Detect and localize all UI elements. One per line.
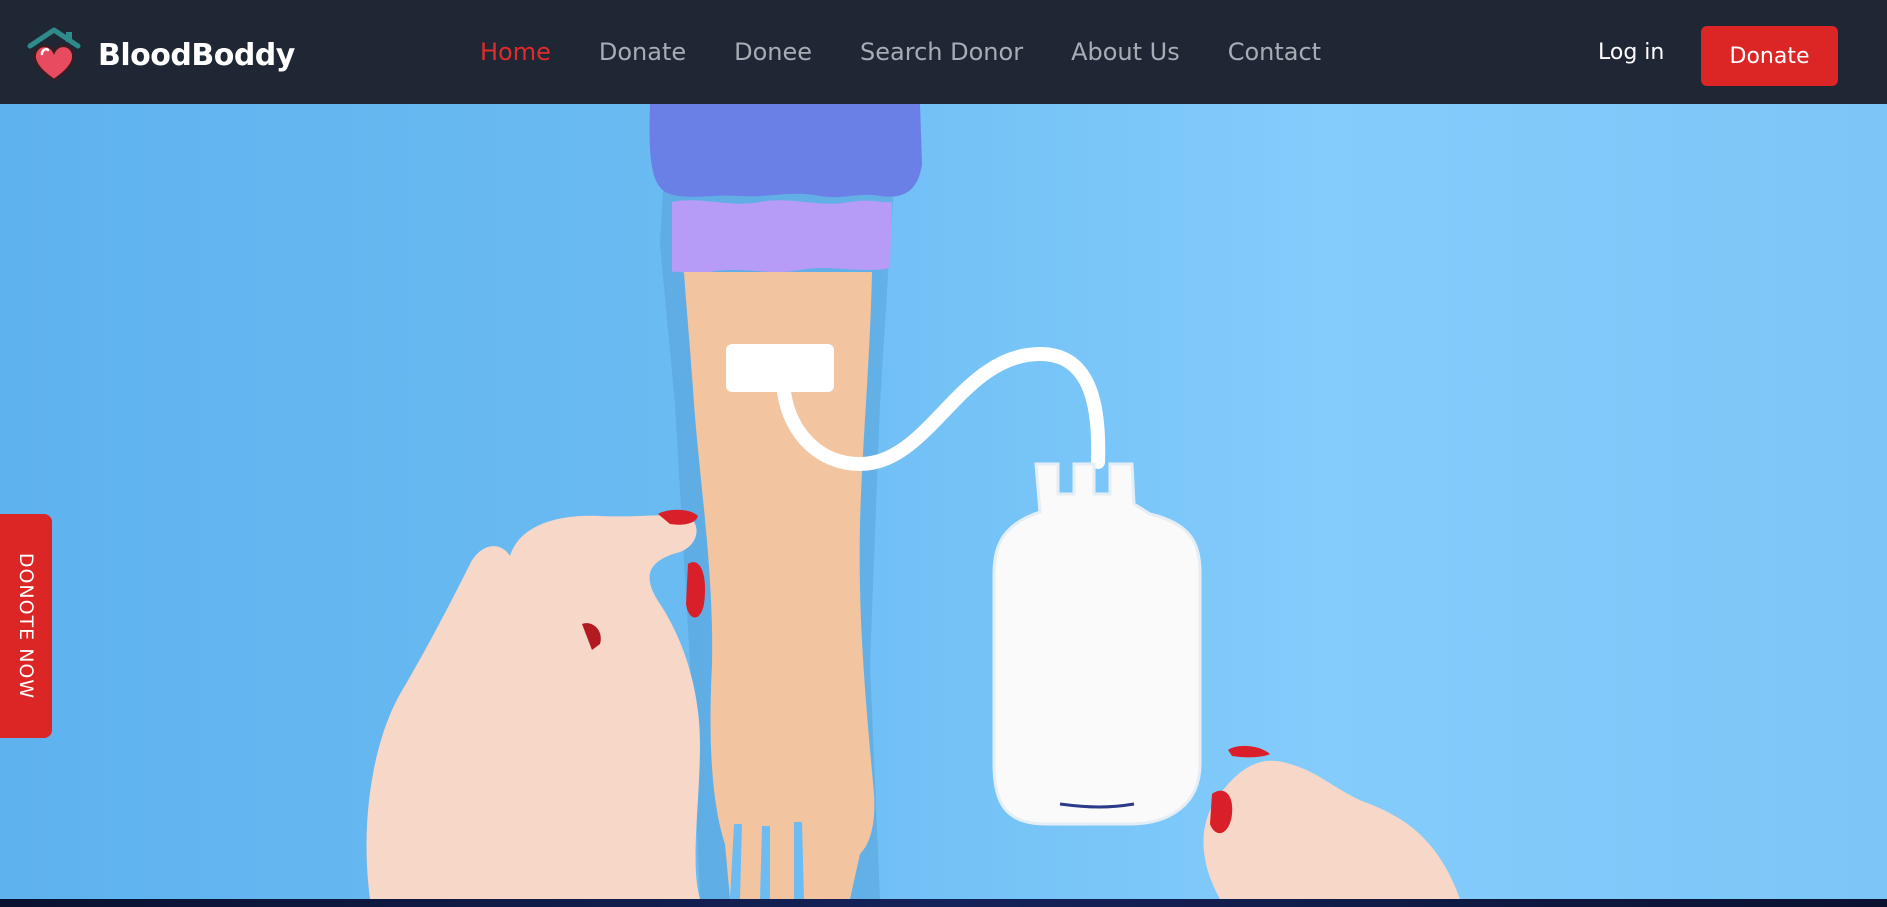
brand-name: BloodBoddy — [98, 37, 295, 73]
bottom-strip — [0, 899, 1887, 907]
blood-donation-illustration — [366, 104, 1460, 899]
login-link[interactable]: Log in — [1598, 40, 1664, 65]
nav-donate[interactable]: Donate — [599, 38, 686, 66]
hero-banner — [0, 104, 1887, 899]
nav-home[interactable]: Home — [480, 38, 551, 66]
nav-search-donor[interactable]: Search Donor — [860, 38, 1023, 66]
donate-now-label: DONOTE NOW — [15, 552, 38, 700]
donate-now-tab[interactable]: DONOTE NOW — [0, 514, 52, 738]
donate-button[interactable]: Donate — [1701, 26, 1838, 86]
heart-house-icon — [27, 27, 81, 82]
top-navbar: BloodBoddy Home Donate Donee Search Dono… — [0, 0, 1887, 104]
brand[interactable]: BloodBoddy — [26, 26, 295, 84]
nav-contact[interactable]: Contact — [1228, 38, 1321, 66]
nav-about-us[interactable]: About Us — [1071, 38, 1180, 66]
main-nav: Home Donate Donee Search Donor About Us … — [480, 0, 1369, 104]
nav-donee[interactable]: Donee — [734, 38, 812, 66]
